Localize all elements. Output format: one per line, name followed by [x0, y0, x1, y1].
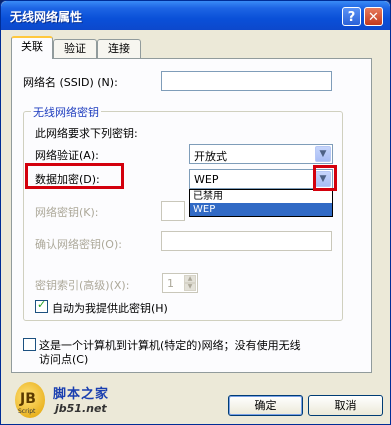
- auth-value: 开放式: [194, 150, 227, 163]
- adhoc-label-line2: 访问点(C): [39, 353, 89, 366]
- encryption-dropdown-list: 已禁用 WEP: [189, 189, 333, 217]
- logo-subtext: Script: [18, 408, 36, 415]
- tab-authentication[interactable]: 验证: [53, 39, 97, 58]
- tab-connection[interactable]: 连接: [97, 39, 141, 58]
- watermark-logo: JB Script 脚本之家 jb51.net: [15, 382, 135, 420]
- confirm-key-input[interactable]: [161, 231, 332, 251]
- encryption-value: WEP: [194, 173, 219, 186]
- key-requirement-text: 此网络要求下列密钥:: [35, 127, 138, 140]
- wireless-key-group-title: 无线网络密钥: [31, 104, 101, 120]
- highlight-dropdown-button: [313, 165, 337, 191]
- encryption-option-wep[interactable]: WEP: [190, 203, 332, 216]
- checkmark-icon: ✓: [37, 298, 47, 311]
- tab-association[interactable]: 关联: [11, 36, 53, 59]
- ok-button[interactable]: 确定: [228, 395, 303, 416]
- key-index-value: 1: [167, 277, 174, 290]
- key-index-label: 密钥索引(高级)(X):: [35, 279, 130, 292]
- close-button[interactable]: ✕: [364, 7, 383, 26]
- encryption-option-disabled[interactable]: 已禁用: [190, 190, 332, 203]
- auto-key-checkbox[interactable]: ✓: [35, 298, 48, 313]
- logo-name: 脚本之家: [53, 387, 110, 402]
- encryption-select[interactable]: WEP ▼: [189, 169, 333, 189]
- spin-up-icon[interactable]: ▲: [184, 275, 196, 283]
- properties-dialog: 无线网络属性 ? ✕ 关联 验证 连接 网络名 (SSID) (N): 无线网络…: [0, 0, 391, 425]
- title-bar: 无线网络属性 ? ✕: [1, 1, 390, 30]
- cancel-button[interactable]: 取消: [308, 395, 383, 416]
- auth-select[interactable]: 开放式 ▼: [189, 144, 333, 164]
- help-button[interactable]: ?: [342, 7, 361, 26]
- network-key-input[interactable]: [161, 201, 185, 221]
- chevron-down-icon[interactable]: ▼: [315, 146, 331, 162]
- auto-key-label: 自动为我提供此密钥(H): [52, 302, 168, 315]
- auth-label: 网络验证(A):: [35, 149, 99, 162]
- key-index-stepper[interactable]: 1 ▲ ▼: [162, 273, 198, 293]
- ssid-input[interactable]: [161, 71, 332, 91]
- logo-mark-text: JB: [20, 391, 36, 407]
- logo-url: jb51.net: [55, 402, 107, 415]
- spin-down-icon[interactable]: ▼: [184, 283, 196, 291]
- highlight-encryption-label: [25, 163, 124, 189]
- confirm-key-label: 确认网络密钥(O):: [35, 238, 122, 251]
- ssid-label: 网络名 (SSID) (N):: [23, 76, 118, 89]
- adhoc-checkbox[interactable]: [23, 338, 36, 351]
- network-key-label: 网络密钥(K):: [35, 206, 99, 219]
- window-title: 无线网络属性: [10, 10, 83, 24]
